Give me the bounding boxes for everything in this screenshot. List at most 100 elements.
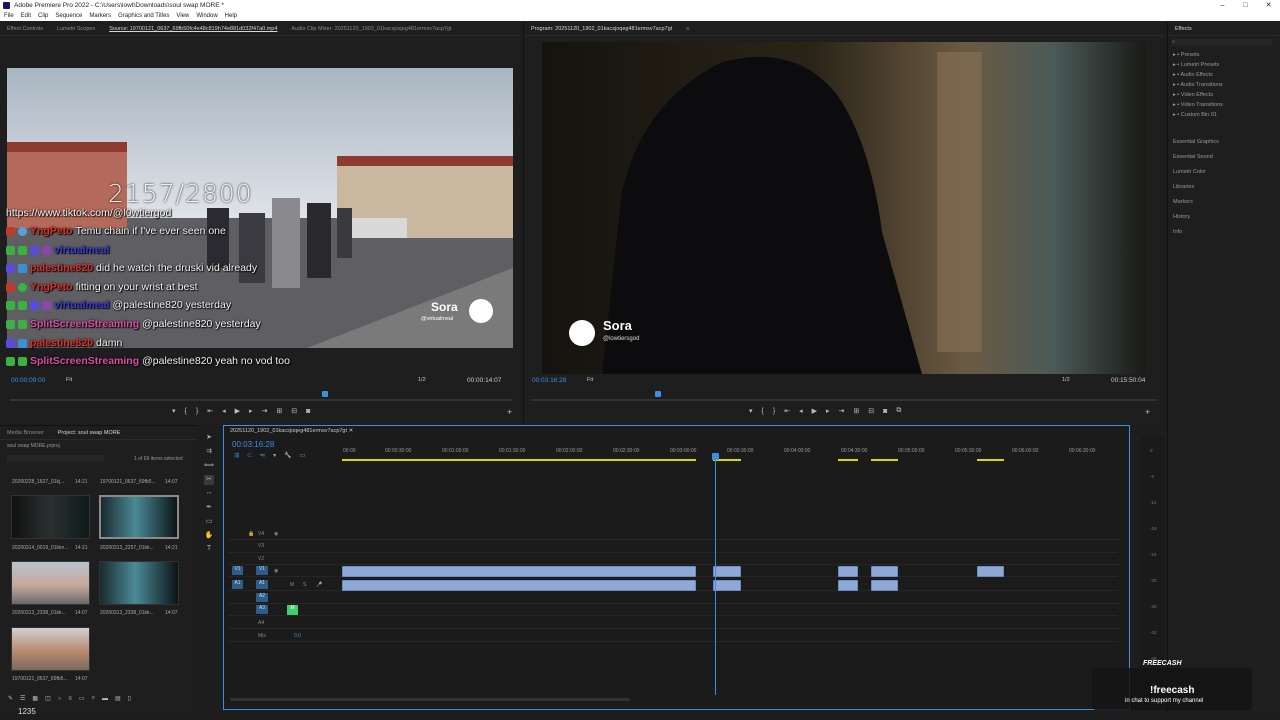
audio-clip[interactable] xyxy=(342,580,696,591)
effects-folder-audio-effects[interactable]: ▸ ▪ Audio Effects xyxy=(1173,72,1213,78)
compare-icon[interactable]: ⧉ xyxy=(896,407,901,415)
track-label-a3[interactable]: A3 xyxy=(256,605,268,614)
program-scrub-bar[interactable] xyxy=(531,399,1157,401)
go-to-out-icon[interactable]: ⇥ xyxy=(839,407,845,415)
new-item-icon[interactable]: ▤ xyxy=(115,695,121,702)
project-thumbnail-selected[interactable] xyxy=(99,495,179,539)
section-info[interactable]: Info xyxy=(1173,229,1182,235)
timeline-horizontal-scrollbar[interactable] xyxy=(230,698,630,701)
track-label-v1[interactable]: V1 xyxy=(256,566,268,575)
razor-tool-icon[interactable]: ✂ xyxy=(204,475,214,485)
timeline-tab[interactable]: 20251120_1902_01kacsjoqeg481ermsv7acp7gt… xyxy=(230,428,353,434)
menu-markers[interactable]: Markers xyxy=(89,11,111,21)
new-bin-icon[interactable]: ▬ xyxy=(102,696,108,702)
section-essential-sound[interactable]: Essential Sound xyxy=(1173,154,1213,160)
tab-source[interactable]: Source: 19700121_0637_69fb50fc4e48c819h7… xyxy=(102,22,284,35)
panel-menu-icon[interactable]: ≡ xyxy=(679,22,696,35)
go-to-out-icon[interactable]: ⇥ xyxy=(262,407,268,415)
menu-graphics[interactable]: Graphics and Titles xyxy=(118,11,169,21)
menu-help[interactable]: Help xyxy=(225,11,237,21)
tab-effect-controls[interactable]: Effect Controls xyxy=(0,22,50,35)
marker-icon[interactable]: ▾ xyxy=(172,407,176,415)
extract-icon[interactable]: ⊟ xyxy=(868,407,874,415)
mix-value[interactable]: 0.0 xyxy=(294,633,301,639)
menu-sequence[interactable]: Sequence xyxy=(55,11,82,21)
source-add-button-icon[interactable]: + xyxy=(507,407,512,417)
effects-tab[interactable]: Effects xyxy=(1168,22,1199,35)
tab-audio-clip-mixer[interactable]: Audio Clip Mixer: 20251120_1902_01kacsjo… xyxy=(284,22,458,35)
track-label-v3[interactable]: V3 xyxy=(258,543,264,549)
program-fit-select[interactable]: Fit xyxy=(587,377,593,383)
effects-folder-lumetri[interactable]: ▸ ▪ Lumetri Presets xyxy=(1173,62,1219,68)
menu-view[interactable]: View xyxy=(176,11,189,21)
sort-icon[interactable]: ≡ xyxy=(68,696,72,702)
trash-icon[interactable]: ▯ xyxy=(128,695,131,702)
play-icon[interactable]: ▶ xyxy=(235,407,240,415)
effects-folder-custom-bin[interactable]: ▸ ▪ Custom Bin 01 xyxy=(1173,112,1217,118)
video-clip[interactable] xyxy=(977,566,1004,577)
section-lumetri-color[interactable]: Lumetri Color xyxy=(1173,169,1206,175)
mute-button-a3-active[interactable]: M xyxy=(287,605,298,615)
source-resolution-select[interactable]: 1/2 xyxy=(418,377,426,383)
tab-media-browser[interactable]: Media Browser xyxy=(0,426,51,439)
audio-clip[interactable] xyxy=(838,580,858,591)
tab-lumetri-scopes[interactable]: Lumetri Scopes xyxy=(50,22,102,35)
mark-in-icon[interactable]: { xyxy=(762,408,764,415)
source-patch-a1[interactable]: A1 xyxy=(232,580,243,589)
source-timecode[interactable]: 00:00:09:00 xyxy=(11,377,45,384)
project-thumbnail[interactable] xyxy=(11,627,90,671)
step-back-icon[interactable]: ◂ xyxy=(799,407,803,415)
audio-clip[interactable] xyxy=(713,580,741,591)
section-libraries[interactable]: Libraries xyxy=(1173,184,1194,190)
step-forward-icon[interactable]: ▸ xyxy=(826,407,830,415)
list-view-icon[interactable]: ☰ xyxy=(20,695,25,702)
freeform-view-icon[interactable]: ◫ xyxy=(45,695,51,702)
settings-icon[interactable]: 🔧 xyxy=(284,452,291,459)
type-tool-icon[interactable]: T xyxy=(204,545,214,555)
track-label-a2[interactable]: A2 xyxy=(256,593,268,602)
snap-icon[interactable]: ⊂ xyxy=(247,452,252,459)
find-icon[interactable]: ⌕ xyxy=(92,695,95,702)
linked-selection-icon[interactable]: ⇋ xyxy=(260,452,265,459)
project-thumbnail[interactable] xyxy=(99,561,179,605)
step-forward-icon[interactable]: ▸ xyxy=(249,407,253,415)
play-icon[interactable]: ▶ xyxy=(812,407,817,415)
export-frame-icon[interactable]: ◙ xyxy=(883,408,887,415)
track-select-tool-icon[interactable]: ⇉ xyxy=(204,447,214,457)
selection-tool-icon[interactable]: ➤ xyxy=(204,433,214,443)
section-essential-graphics[interactable]: Essential Graphics xyxy=(1173,139,1219,145)
lock-icon[interactable]: 🔒 xyxy=(248,531,254,537)
hand-tool-icon[interactable]: ✋ xyxy=(204,531,214,541)
program-tab[interactable]: Program: 20251120_1902_01kacsjoqeg481erm… xyxy=(524,22,679,35)
lift-icon[interactable]: ⊞ xyxy=(853,407,859,415)
track-label-a1[interactable]: A1 xyxy=(256,580,268,589)
effects-folder-video-effects[interactable]: ▸ ▪ Video Effects xyxy=(1173,92,1213,98)
source-scrub-bar[interactable] xyxy=(10,399,512,401)
program-playhead[interactable] xyxy=(655,391,661,397)
marker-icon[interactable]: ▾ xyxy=(749,407,753,415)
slip-tool-icon[interactable]: ↔ xyxy=(204,489,214,499)
rectangle-tool-icon[interactable]: ▭ xyxy=(204,517,214,527)
menu-clip[interactable]: Clip xyxy=(38,11,48,21)
program-add-button-icon[interactable]: + xyxy=(1145,407,1150,417)
section-history[interactable]: History xyxy=(1173,214,1190,220)
export-frame-icon[interactable]: ◙ xyxy=(306,408,310,415)
video-clip[interactable] xyxy=(342,566,696,577)
effects-folder-video-transitions[interactable]: ▸ ▪ Video Transitions xyxy=(1173,102,1223,108)
eye-icon[interactable]: ◉ xyxy=(274,531,278,537)
menu-edit[interactable]: Edit xyxy=(21,11,31,21)
menu-window[interactable]: Window xyxy=(196,11,217,21)
timeline-playhead[interactable] xyxy=(712,453,719,460)
project-search-input[interactable] xyxy=(7,455,104,462)
mark-out-icon[interactable]: } xyxy=(196,408,198,415)
audio-clip[interactable] xyxy=(871,580,898,591)
tab-project[interactable]: Project: soul swap MORE xyxy=(51,426,128,439)
mic-icon[interactable]: 🎤 xyxy=(316,582,322,588)
close-icon[interactable]: ✕ xyxy=(349,428,354,434)
eye-icon[interactable]: ◉ xyxy=(274,568,278,574)
insert-icon[interactable]: ⊞ xyxy=(276,407,282,415)
timeline-timecode[interactable]: 00:03:16:28 xyxy=(232,440,274,449)
source-playhead[interactable] xyxy=(322,391,328,397)
video-clip[interactable] xyxy=(871,566,898,577)
mute-button-a1[interactable]: M xyxy=(290,582,294,588)
